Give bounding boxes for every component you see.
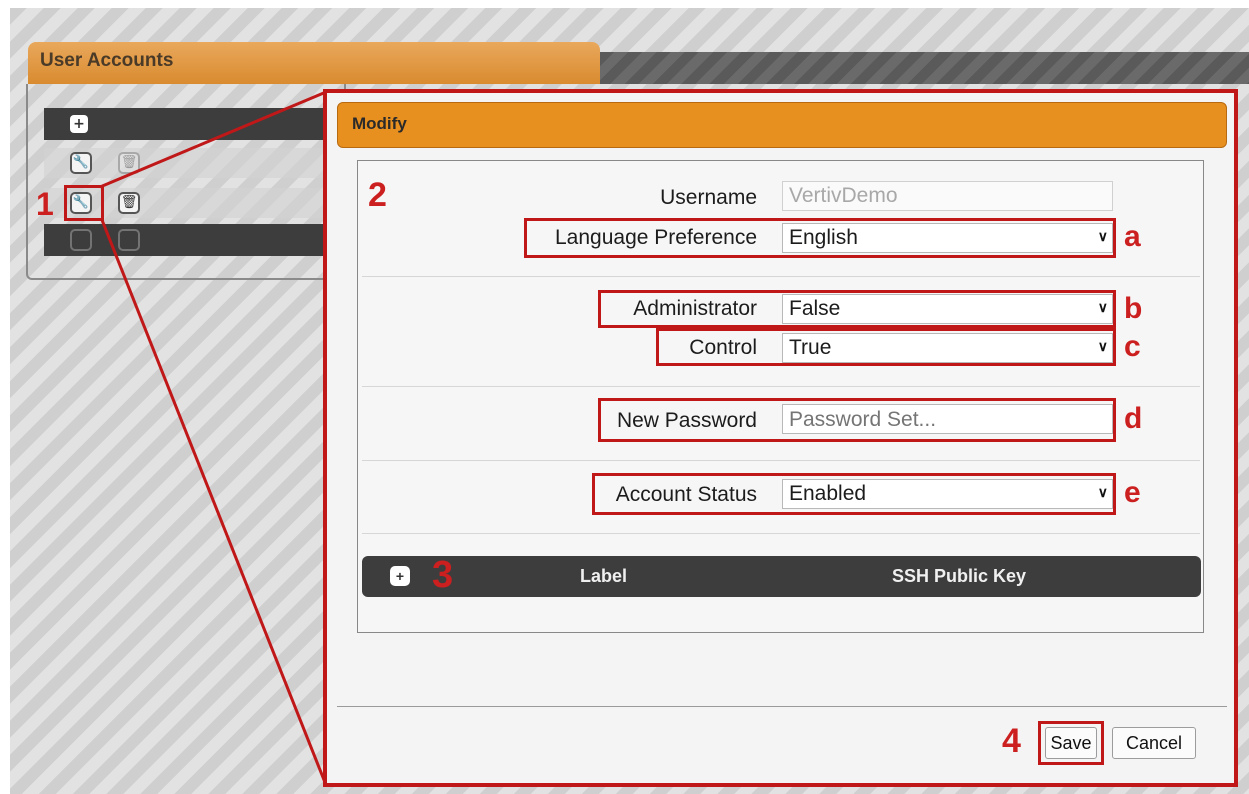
column-label: Label bbox=[580, 566, 628, 586]
callout-e: e bbox=[1124, 476, 1141, 509]
administrator-label: Administrator bbox=[633, 297, 757, 320]
language-preference-select[interactable]: English ∨ bbox=[782, 223, 1113, 253]
control-label: Control bbox=[689, 336, 757, 359]
column-ssh-public-key: SSH Public Key bbox=[892, 566, 1027, 586]
username-field: VertivDemo bbox=[782, 181, 1113, 211]
chevron-down-icon: ∨ bbox=[1097, 299, 1108, 315]
plus-icon[interactable]: + bbox=[390, 566, 410, 586]
ssh-keys-table-header: + Label SSH Public Key bbox=[362, 556, 1201, 597]
control-select[interactable]: True ∨ bbox=[782, 333, 1113, 363]
account-status-value: Enabled bbox=[789, 482, 867, 505]
username-label: Username bbox=[660, 186, 757, 209]
save-button[interactable]: Save bbox=[1045, 727, 1097, 759]
chevron-down-icon: ∨ bbox=[1097, 338, 1108, 354]
callout-3: 3 bbox=[432, 554, 454, 596]
administrator-select[interactable]: False ∨ bbox=[782, 294, 1113, 324]
callout-a: a bbox=[1124, 220, 1141, 253]
language-preference-value: English bbox=[789, 226, 858, 249]
callout-c: c bbox=[1124, 330, 1141, 363]
dialog-title: Modify bbox=[337, 102, 1227, 148]
account-status-select[interactable]: Enabled ∨ bbox=[782, 479, 1113, 509]
callout-d: d bbox=[1124, 402, 1143, 435]
account-status-label: Account Status bbox=[615, 483, 757, 506]
section-divider bbox=[362, 533, 1200, 534]
callout-b: b bbox=[1124, 292, 1143, 325]
cancel-button[interactable]: Cancel bbox=[1112, 727, 1196, 759]
language-preference-label: Language Preference bbox=[555, 226, 757, 249]
callout-4: 4 bbox=[1002, 722, 1021, 760]
new-password-label: New Password bbox=[616, 409, 757, 432]
chevron-down-icon: ∨ bbox=[1097, 228, 1108, 244]
administrator-value: False bbox=[789, 297, 841, 320]
control-value: True bbox=[789, 336, 832, 359]
callout-2: 2 bbox=[368, 176, 387, 214]
new-password-field[interactable] bbox=[782, 404, 1113, 434]
dialog-footer-divider bbox=[337, 706, 1227, 707]
section-divider bbox=[362, 276, 1200, 277]
section-divider bbox=[362, 386, 1200, 387]
section-divider bbox=[362, 460, 1200, 461]
chevron-down-icon: ∨ bbox=[1097, 484, 1108, 500]
